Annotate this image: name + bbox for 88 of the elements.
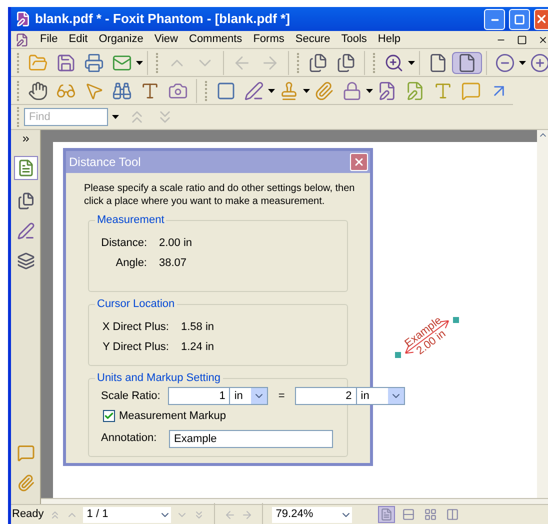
maximize-button[interactable] — [509, 8, 530, 30]
scale-value-field[interactable]: 1 — [168, 387, 230, 405]
unit-text: in — [234, 388, 243, 404]
horizontal-scrollbar[interactable] — [41, 498, 548, 504]
caret-icon[interactable] — [136, 60, 143, 64]
menu-item[interactable]: Help — [378, 31, 401, 48]
printer-icon[interactable] — [84, 52, 104, 72]
annotation-field[interactable]: Example — [169, 430, 333, 448]
pages-icon[interactable] — [308, 52, 328, 72]
status-text: Ready — [11, 507, 44, 522]
pages-icon[interactable] — [16, 192, 34, 210]
page-layout-button[interactable] — [378, 506, 395, 523]
menu-item[interactable]: Organize — [98, 31, 144, 48]
field-value: 2.00 in — [159, 236, 192, 251]
zoom-out-icon[interactable] — [495, 52, 515, 72]
field-value: 1.58 in — [181, 320, 214, 335]
layers-icon[interactable] — [16, 252, 34, 270]
group-label: Units and Markup Setting — [95, 371, 223, 385]
annotation-label: Annotation: — [101, 431, 158, 446]
edit-icon[interactable] — [405, 80, 425, 100]
close-icon[interactable] — [538, 34, 548, 44]
menu-item[interactable]: View — [154, 31, 178, 48]
rectangle-icon[interactable] — [216, 80, 236, 100]
maximize-icon — [514, 14, 525, 24]
lock-icon[interactable] — [342, 80, 362, 100]
caret-icon[interactable] — [268, 88, 275, 92]
zoom-value: 79.24% — [276, 507, 314, 522]
find-field[interactable]: Find — [24, 108, 108, 126]
pen-icon[interactable] — [244, 80, 264, 100]
text-box-icon[interactable] — [433, 80, 453, 100]
app-icon — [15, 11, 31, 27]
page-icon[interactable] — [457, 52, 477, 72]
checkbox-label: Measurement Markup — [119, 409, 226, 424]
pointer-icon[interactable] — [84, 80, 104, 100]
close-button[interactable] — [350, 153, 368, 171]
text-icon[interactable] — [140, 80, 160, 100]
page-icon[interactable] — [428, 52, 448, 72]
minimize-button[interactable] — [484, 8, 505, 30]
menu-item[interactable]: Comments — [189, 31, 242, 48]
zoom-in-icon[interactable] — [384, 52, 404, 72]
unit-dropdown[interactable]: in — [230, 387, 268, 405]
checkbox[interactable] — [103, 410, 115, 422]
attachment-icon[interactable] — [16, 474, 34, 492]
save-icon[interactable] — [56, 52, 76, 72]
field-label: X Direct Plus: — [101, 320, 170, 335]
restore-icon[interactable] — [517, 34, 527, 44]
page-number: 1 / 1 — [86, 507, 108, 522]
caret-icon[interactable] — [519, 60, 526, 64]
close-button[interactable] — [534, 8, 548, 30]
binoculars-icon[interactable] — [112, 80, 132, 100]
hand-icon[interactable] — [28, 80, 48, 100]
caret-icon[interactable] — [112, 115, 119, 119]
camera-icon[interactable] — [168, 80, 188, 100]
field-label: Y Direct Plus: — [102, 340, 170, 355]
scale-ratio-label: Scale Ratio: — [101, 388, 160, 404]
unit-text: in — [360, 388, 370, 404]
close-icon — [353, 156, 365, 168]
unit-dropdown[interactable]: in — [356, 387, 405, 405]
paperclip-icon[interactable] — [314, 80, 334, 100]
pages-icon[interactable] — [336, 52, 356, 72]
instructions-text: Please specify a scale ratio and do other settings below, then click a place where you want to make a measurement. — [83, 182, 356, 208]
page-dropdown[interactable]: 1 / 1 — [82, 506, 171, 522]
menu-item[interactable]: Forms — [253, 31, 284, 48]
menu-item[interactable]: File — [40, 31, 58, 48]
vertical-scrollbar[interactable] — [537, 130, 548, 498]
dialog-title: Distance Tool — [69, 154, 142, 171]
edit-icon[interactable] — [377, 80, 397, 100]
field-value: 38.07 — [159, 256, 187, 271]
caret-icon[interactable] — [408, 60, 415, 64]
document-icon — [15, 32, 29, 46]
expand-icon[interactable] — [20, 134, 30, 144]
close-icon — [535, 12, 548, 26]
equals-text: = — [277, 388, 286, 404]
zoom-dropdown[interactable]: 79.24% — [272, 506, 352, 522]
field-value: 1.24 in — [181, 340, 214, 355]
menu-item[interactable]: Tools — [341, 31, 367, 48]
caret-icon[interactable] — [303, 88, 310, 92]
signature-icon[interactable] — [16, 222, 34, 240]
window-title: blank.pdf * - Foxit Phantom - [blank.pdf *] — [35, 10, 291, 28]
scale-value-field[interactable]: 2 — [294, 387, 357, 405]
comments-icon[interactable] — [16, 444, 34, 462]
zoom-in-icon[interactable] — [530, 52, 548, 72]
menu-item[interactable]: Secure — [295, 31, 330, 48]
caret-icon[interactable] — [366, 88, 373, 92]
field-label: Angle: — [114, 256, 148, 271]
field-label: Distance: — [101, 236, 148, 251]
bookmark-icon[interactable] — [16, 159, 34, 177]
menu-item[interactable]: Edit — [68, 31, 88, 48]
